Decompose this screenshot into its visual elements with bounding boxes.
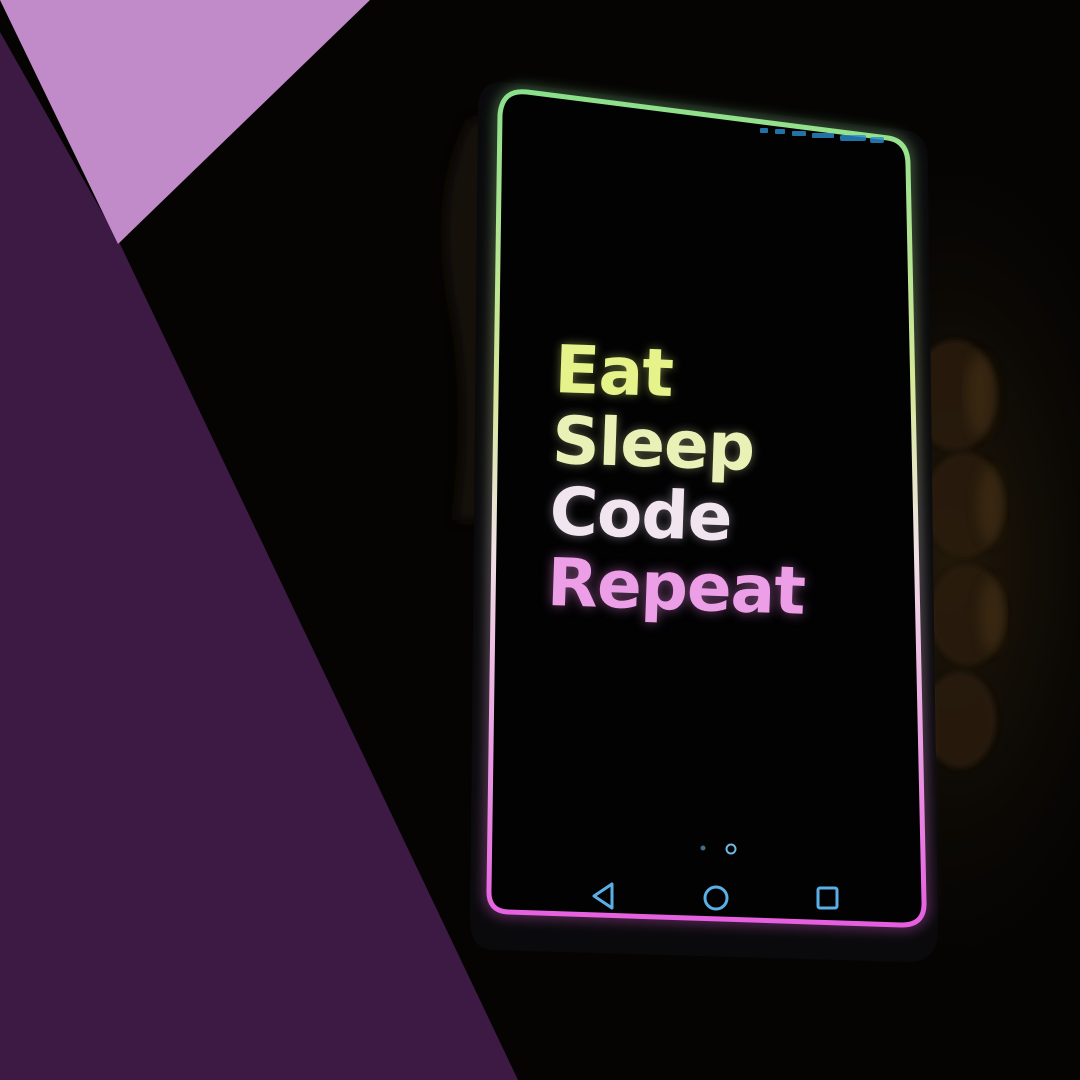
page-indicator-dot	[700, 845, 706, 851]
screen-line-code: Code	[548, 472, 733, 557]
screen-line-repeat: Repeat	[545, 543, 807, 630]
screen-line-eat: Eat	[553, 331, 675, 413]
screen-text: Eat Sleep Code Repeat	[545, 331, 813, 630]
screen-line-sleep: Sleep	[550, 401, 756, 486]
scene	[0, 0, 1080, 1080]
